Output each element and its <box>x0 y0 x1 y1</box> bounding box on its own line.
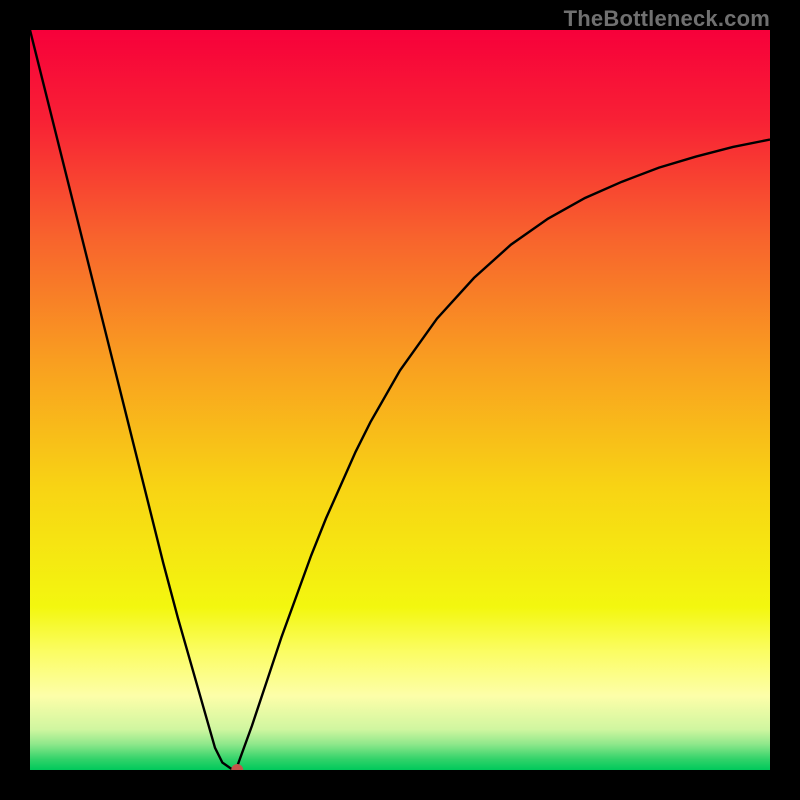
plot-area <box>30 30 770 770</box>
bottleneck-curve <box>30 30 770 770</box>
watermark-text: TheBottleneck.com <box>564 6 770 32</box>
optimum-marker <box>231 764 243 770</box>
curve-layer <box>30 30 770 770</box>
chart-frame: TheBottleneck.com <box>0 0 800 800</box>
